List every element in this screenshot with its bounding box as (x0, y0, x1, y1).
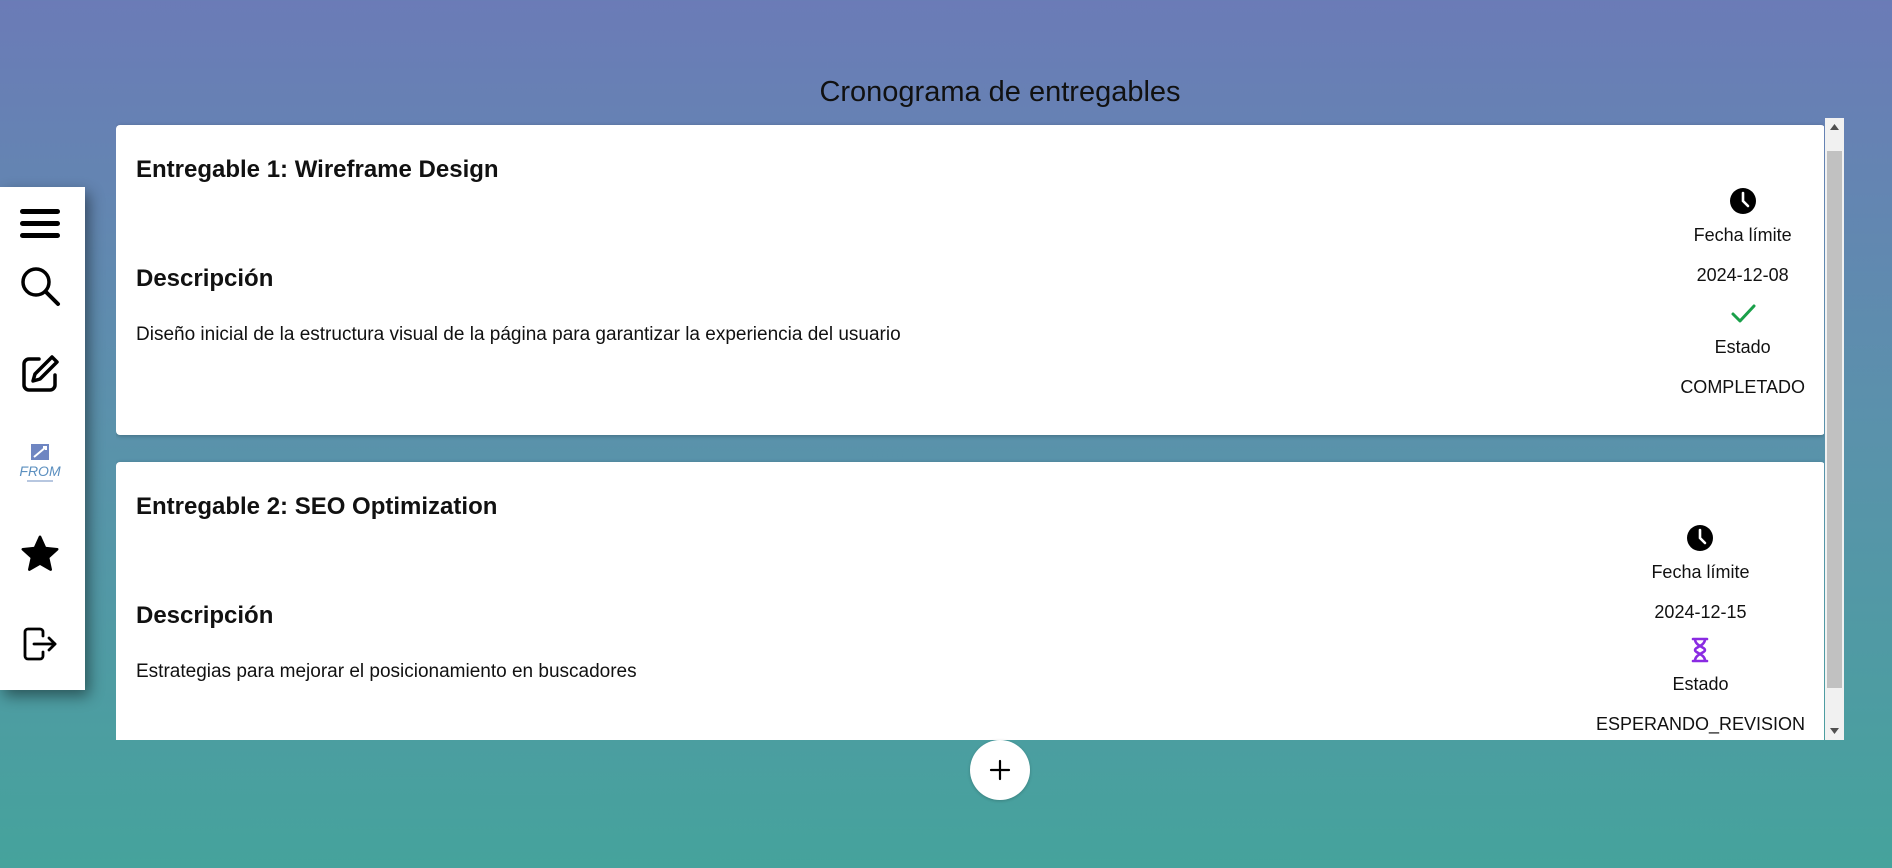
deliverable-title: Entregable 1: Wireframe Design (136, 156, 499, 183)
menu-button[interactable] (17, 201, 63, 247)
deliverable-title: Entregable 2: SEO Optimization (136, 493, 498, 520)
deadline-label: Fecha límite (1693, 225, 1792, 245)
search-button[interactable] (17, 263, 63, 309)
description-heading: Descripción (136, 265, 274, 292)
deliverable-meta: Fecha límite 2024-12-08 Estado COMPLETAD… (1680, 187, 1805, 398)
deliverables-list[interactable]: Entregable 1: Wireframe Design Descripci… (116, 119, 1824, 740)
add-deliverable-button[interactable] (970, 740, 1030, 800)
favorites-button[interactable] (17, 531, 63, 577)
deliverable-card: Entregable 1: Wireframe Design Descripci… (116, 125, 1824, 435)
scrollbar[interactable] (1825, 118, 1844, 740)
logo-text: FROM (19, 463, 61, 479)
logout-icon (23, 627, 57, 661)
page-title: Cronograma de entregables (819, 76, 1181, 108)
description-heading: Descripción (136, 602, 274, 629)
scrollbar-thumb[interactable] (1827, 151, 1842, 688)
description-text: Diseño inicial de la estructura visual d… (136, 324, 901, 345)
status-label: Estado (1714, 337, 1771, 357)
menu-icon (20, 209, 60, 238)
scroll-down-arrow[interactable] (1825, 722, 1844, 740)
status-badge: COMPLETADO (1680, 377, 1805, 397)
hourglass-icon (1686, 636, 1714, 664)
search-icon (21, 267, 60, 306)
deadline-value: 2024-12-08 (1696, 265, 1789, 285)
description-text: Estrategias para mejorar el posicionamie… (136, 661, 637, 682)
deadline-label: Fecha límite (1651, 562, 1750, 582)
clock-icon (1686, 524, 1714, 552)
deliverable-meta: Fecha límite 2024-12-15 Estado ESPERANDO… (1596, 524, 1805, 735)
deliverable-card: Entregable 2: SEO Optimization Descripci… (116, 462, 1824, 740)
star-icon (21, 535, 59, 571)
status-badge: ESPERANDO_REVISION (1595, 714, 1805, 734)
plus-icon (989, 759, 1011, 781)
clock-icon (1729, 187, 1757, 215)
scroll-up-arrow[interactable] (1825, 118, 1844, 136)
logo[interactable]: FROM (17, 441, 63, 487)
status-label: Estado (1672, 674, 1729, 694)
check-icon (1729, 299, 1757, 327)
edit-icon (22, 355, 59, 392)
sidebar: FROM (0, 187, 85, 690)
edit-button[interactable] (17, 351, 63, 397)
logout-button[interactable] (17, 621, 63, 667)
deadline-value: 2024-12-15 (1654, 602, 1747, 622)
logo-image: FROM (19, 444, 61, 482)
